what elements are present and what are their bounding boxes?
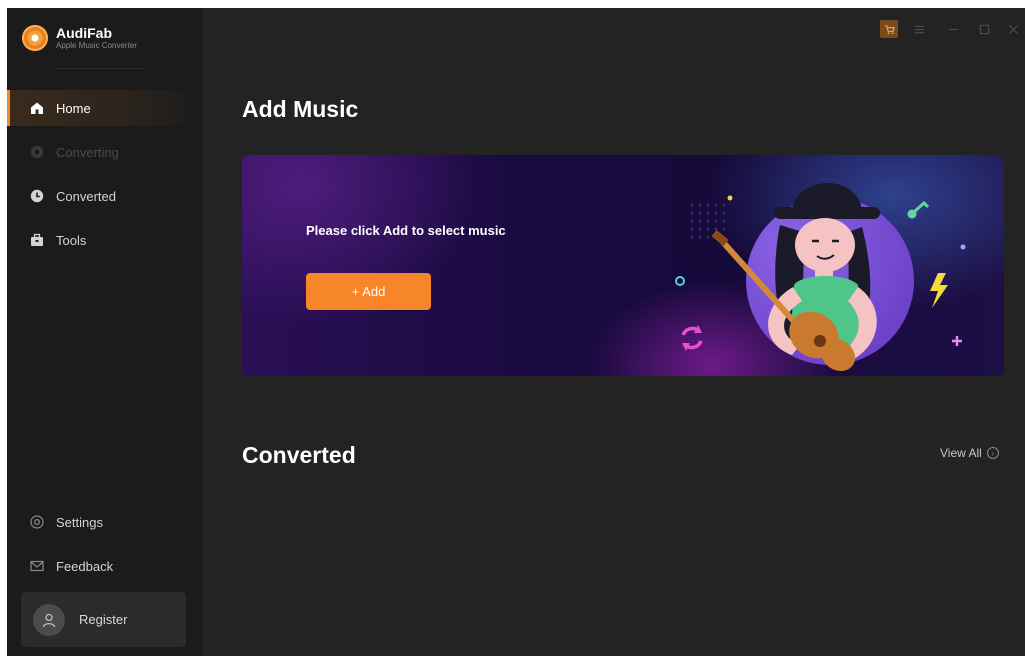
minimize-icon bbox=[948, 28, 958, 30]
menu-button[interactable] bbox=[910, 20, 928, 38]
app-name: AudiFab bbox=[56, 24, 112, 41]
music-illustration bbox=[675, 182, 966, 372]
register-button[interactable]: Register bbox=[21, 592, 186, 647]
maximize-icon bbox=[979, 24, 989, 34]
banner-prompt: Please click Add to select music bbox=[306, 223, 506, 238]
gear-icon bbox=[29, 514, 45, 530]
sidebar-item-converting[interactable]: Converting bbox=[7, 134, 203, 170]
sidebar-item-settings[interactable]: Settings bbox=[7, 504, 203, 540]
sidebar-item-feedback[interactable]: Feedback bbox=[7, 548, 203, 584]
user-icon bbox=[42, 613, 56, 627]
home-icon bbox=[29, 100, 45, 116]
brand-divider bbox=[55, 68, 145, 69]
converting-icon bbox=[29, 144, 45, 160]
close-icon bbox=[1008, 24, 1018, 34]
app-subtitle: Apple Music Converter bbox=[56, 40, 137, 50]
chevron-right-icon: › bbox=[986, 447, 999, 459]
cart-icon bbox=[884, 24, 895, 34]
settings-label: Settings bbox=[56, 514, 103, 530]
menu-icon bbox=[914, 25, 924, 33]
sidebar-item-tools[interactable]: Tools bbox=[7, 222, 203, 258]
add-button[interactable]: + Add bbox=[306, 273, 431, 310]
sidebar-item-home[interactable]: Home bbox=[7, 90, 203, 126]
app-logo-icon bbox=[22, 25, 48, 51]
toolbox-icon bbox=[29, 232, 45, 248]
sidebar: AudiFab Apple Music Converter Home Conve… bbox=[7, 8, 203, 656]
avatar bbox=[33, 603, 65, 636]
close-button[interactable] bbox=[1004, 20, 1022, 38]
feedback-label: Feedback bbox=[56, 558, 114, 574]
app-window: AudiFab Apple Music Converter Home Conve… bbox=[7, 8, 1025, 656]
view-all-link[interactable]: View All › bbox=[940, 446, 999, 460]
sidebar-item-label: Converting bbox=[56, 144, 119, 160]
minimize-button[interactable] bbox=[944, 20, 962, 38]
maximize-button[interactable] bbox=[975, 20, 993, 38]
mail-icon bbox=[29, 558, 45, 574]
sidebar-item-converted[interactable]: Converted bbox=[7, 178, 203, 214]
add-music-banner: Please click Add to select music + Add bbox=[242, 155, 1004, 376]
cart-button[interactable] bbox=[880, 20, 898, 38]
register-label: Register bbox=[79, 612, 128, 627]
sidebar-item-label: Tools bbox=[56, 232, 87, 248]
sidebar-item-label: Home bbox=[56, 100, 91, 116]
converted-title: Converted bbox=[242, 442, 356, 468]
add-music-title: Add Music bbox=[242, 96, 359, 122]
sidebar-item-label: Converted bbox=[56, 188, 116, 204]
brand: AudiFab Apple Music Converter bbox=[22, 25, 137, 51]
clock-icon bbox=[29, 188, 45, 204]
view-all-label: View All bbox=[940, 446, 982, 460]
